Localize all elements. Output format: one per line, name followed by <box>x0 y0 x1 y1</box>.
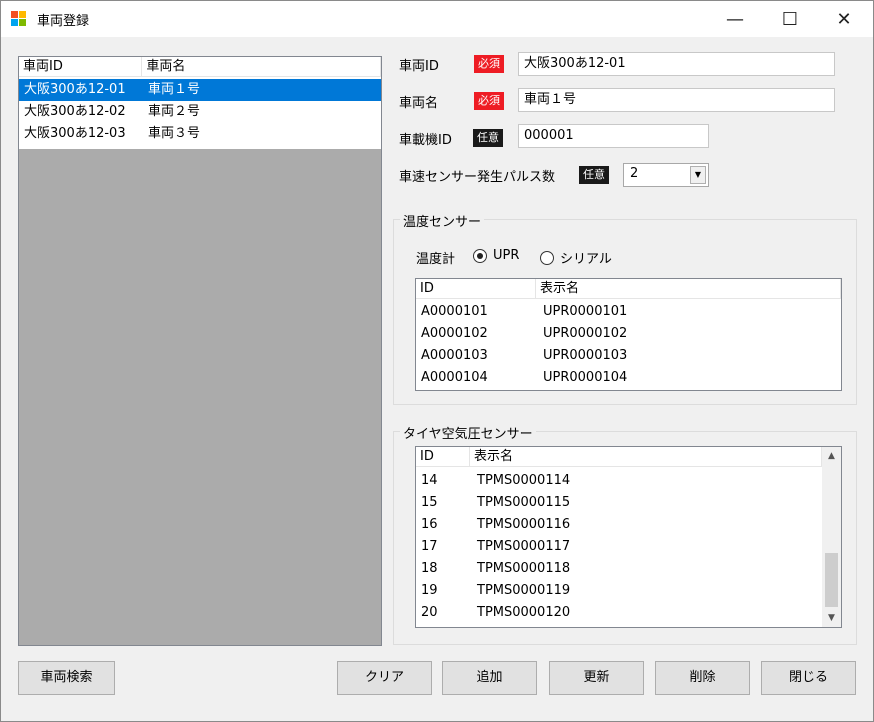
tire-sensor-list-header: ID 表示名 <box>416 447 822 467</box>
vehicle-name-field[interactable]: 車両１号 <box>518 88 835 112</box>
clear-button[interactable]: クリア <box>337 661 432 695</box>
tire-sensor-row[interactable]: 15 TPMS0000115 <box>416 492 822 514</box>
thermometer-label: 温度計 <box>416 252 456 267</box>
device-id-field[interactable]: 000001 <box>518 124 709 148</box>
pulse-count-label: 車速センサー発生パルス数 <box>399 170 556 185</box>
close-button[interactable]: 閉じる <box>761 661 856 695</box>
vehicle-list[interactable]: 車両ID 車両名 大阪300あ12-01 車両１号 大阪300あ12-02 車両… <box>18 56 382 646</box>
radio-upr[interactable]: UPR <box>473 248 519 263</box>
tire-sensor-row[interactable]: 18 TPMS0000118 <box>416 558 822 580</box>
temp-sensor-group-title: 温度センサー <box>400 211 485 230</box>
tire-sensor-group-title: タイヤ空気圧センサー <box>400 423 536 442</box>
vehicle-row[interactable]: 大阪300あ12-03 車両３号 <box>19 123 381 145</box>
tire-sensor-list[interactable]: ID 表示名 14 TPMS0000114 15 TPMS0000115 16 … <box>415 446 842 628</box>
required-tag: 必須 <box>474 92 504 110</box>
column-header-display-name[interactable]: 表示名 <box>536 279 841 299</box>
minimize-button[interactable]: — <box>710 1 760 37</box>
device-id-label: 車載機ID <box>399 133 452 148</box>
optional-tag: 任意 <box>579 166 609 184</box>
optional-tag: 任意 <box>473 129 503 147</box>
pulse-count-select[interactable]: 2 ▼ <box>623 163 709 187</box>
temp-sensor-list[interactable]: ID 表示名 A0000101 UPR0000101 A0000102 UPR0… <box>415 278 842 391</box>
vehicle-id-field[interactable]: 大阪300あ12-01 <box>518 52 835 76</box>
radio-unchecked-icon <box>540 250 554 265</box>
radio-checked-icon <box>473 248 487 263</box>
search-vehicle-button[interactable]: 車両検索 <box>18 661 115 695</box>
column-header-vehicle-name[interactable]: 車両名 <box>142 57 381 77</box>
app-icon <box>11 11 27 27</box>
temp-sensor-row[interactable]: A0000102 UPR0000102 <box>416 323 841 345</box>
tire-sensor-row[interactable]: 16 TPMS0000116 <box>416 514 822 536</box>
delete-button[interactable]: 削除 <box>655 661 750 695</box>
column-header-id[interactable]: ID <box>416 447 470 467</box>
temp-sensor-list-header: ID 表示名 <box>416 279 841 299</box>
tire-sensor-row[interactable]: 14 TPMS0000114 <box>416 470 822 492</box>
scroll-down-icon[interactable]: ▼ <box>822 609 841 627</box>
maximize-button[interactable]: ☐ <box>765 1 815 37</box>
vehicle-row[interactable]: 大阪300あ12-01 車両１号 <box>19 79 381 101</box>
title-bar: 車両登録 — ☐ ✕ <box>1 1 873 37</box>
column-header-id[interactable]: ID <box>416 279 536 299</box>
temp-sensor-row[interactable]: A0000103 UPR0000103 <box>416 345 841 367</box>
vehicle-row[interactable]: 大阪300あ12-02 車両２号 <box>19 101 381 123</box>
scroll-up-icon[interactable]: ▲ <box>822 447 841 465</box>
column-header-display-name[interactable]: 表示名 <box>470 447 822 467</box>
chevron-down-icon[interactable]: ▼ <box>690 166 706 184</box>
update-button[interactable]: 更新 <box>549 661 644 695</box>
close-window-button[interactable]: ✕ <box>819 1 869 37</box>
vehicle-list-header: 車両ID 車両名 <box>19 57 381 77</box>
tire-sensor-row[interactable]: 20 TPMS0000120 <box>416 602 822 624</box>
scrollbar-thumb[interactable] <box>825 553 838 607</box>
column-header-vehicle-id[interactable]: 車両ID <box>19 57 143 77</box>
vehicle-id-label: 車両ID <box>399 59 439 74</box>
temp-sensor-row[interactable]: A0000104 UPR0000104 <box>416 367 841 389</box>
window-title: 車両登録 <box>37 14 90 29</box>
tire-sensor-scrollbar[interactable]: ▲ ▼ <box>822 447 841 627</box>
vehicle-name-label: 車両名 <box>399 96 439 111</box>
radio-serial[interactable]: シリアル <box>540 248 612 267</box>
tire-sensor-row[interactable]: 19 TPMS0000119 <box>416 580 822 602</box>
tire-sensor-row[interactable]: 17 TPMS0000117 <box>416 536 822 558</box>
temp-sensor-row[interactable]: A0000101 UPR0000101 <box>416 301 841 323</box>
add-button[interactable]: 追加 <box>442 661 537 695</box>
required-tag: 必須 <box>474 55 504 73</box>
vehicle-registration-window: 車両登録 — ☐ ✕ 車両ID 車両名 大阪300あ12-01 車両１号 大阪3… <box>0 0 874 722</box>
